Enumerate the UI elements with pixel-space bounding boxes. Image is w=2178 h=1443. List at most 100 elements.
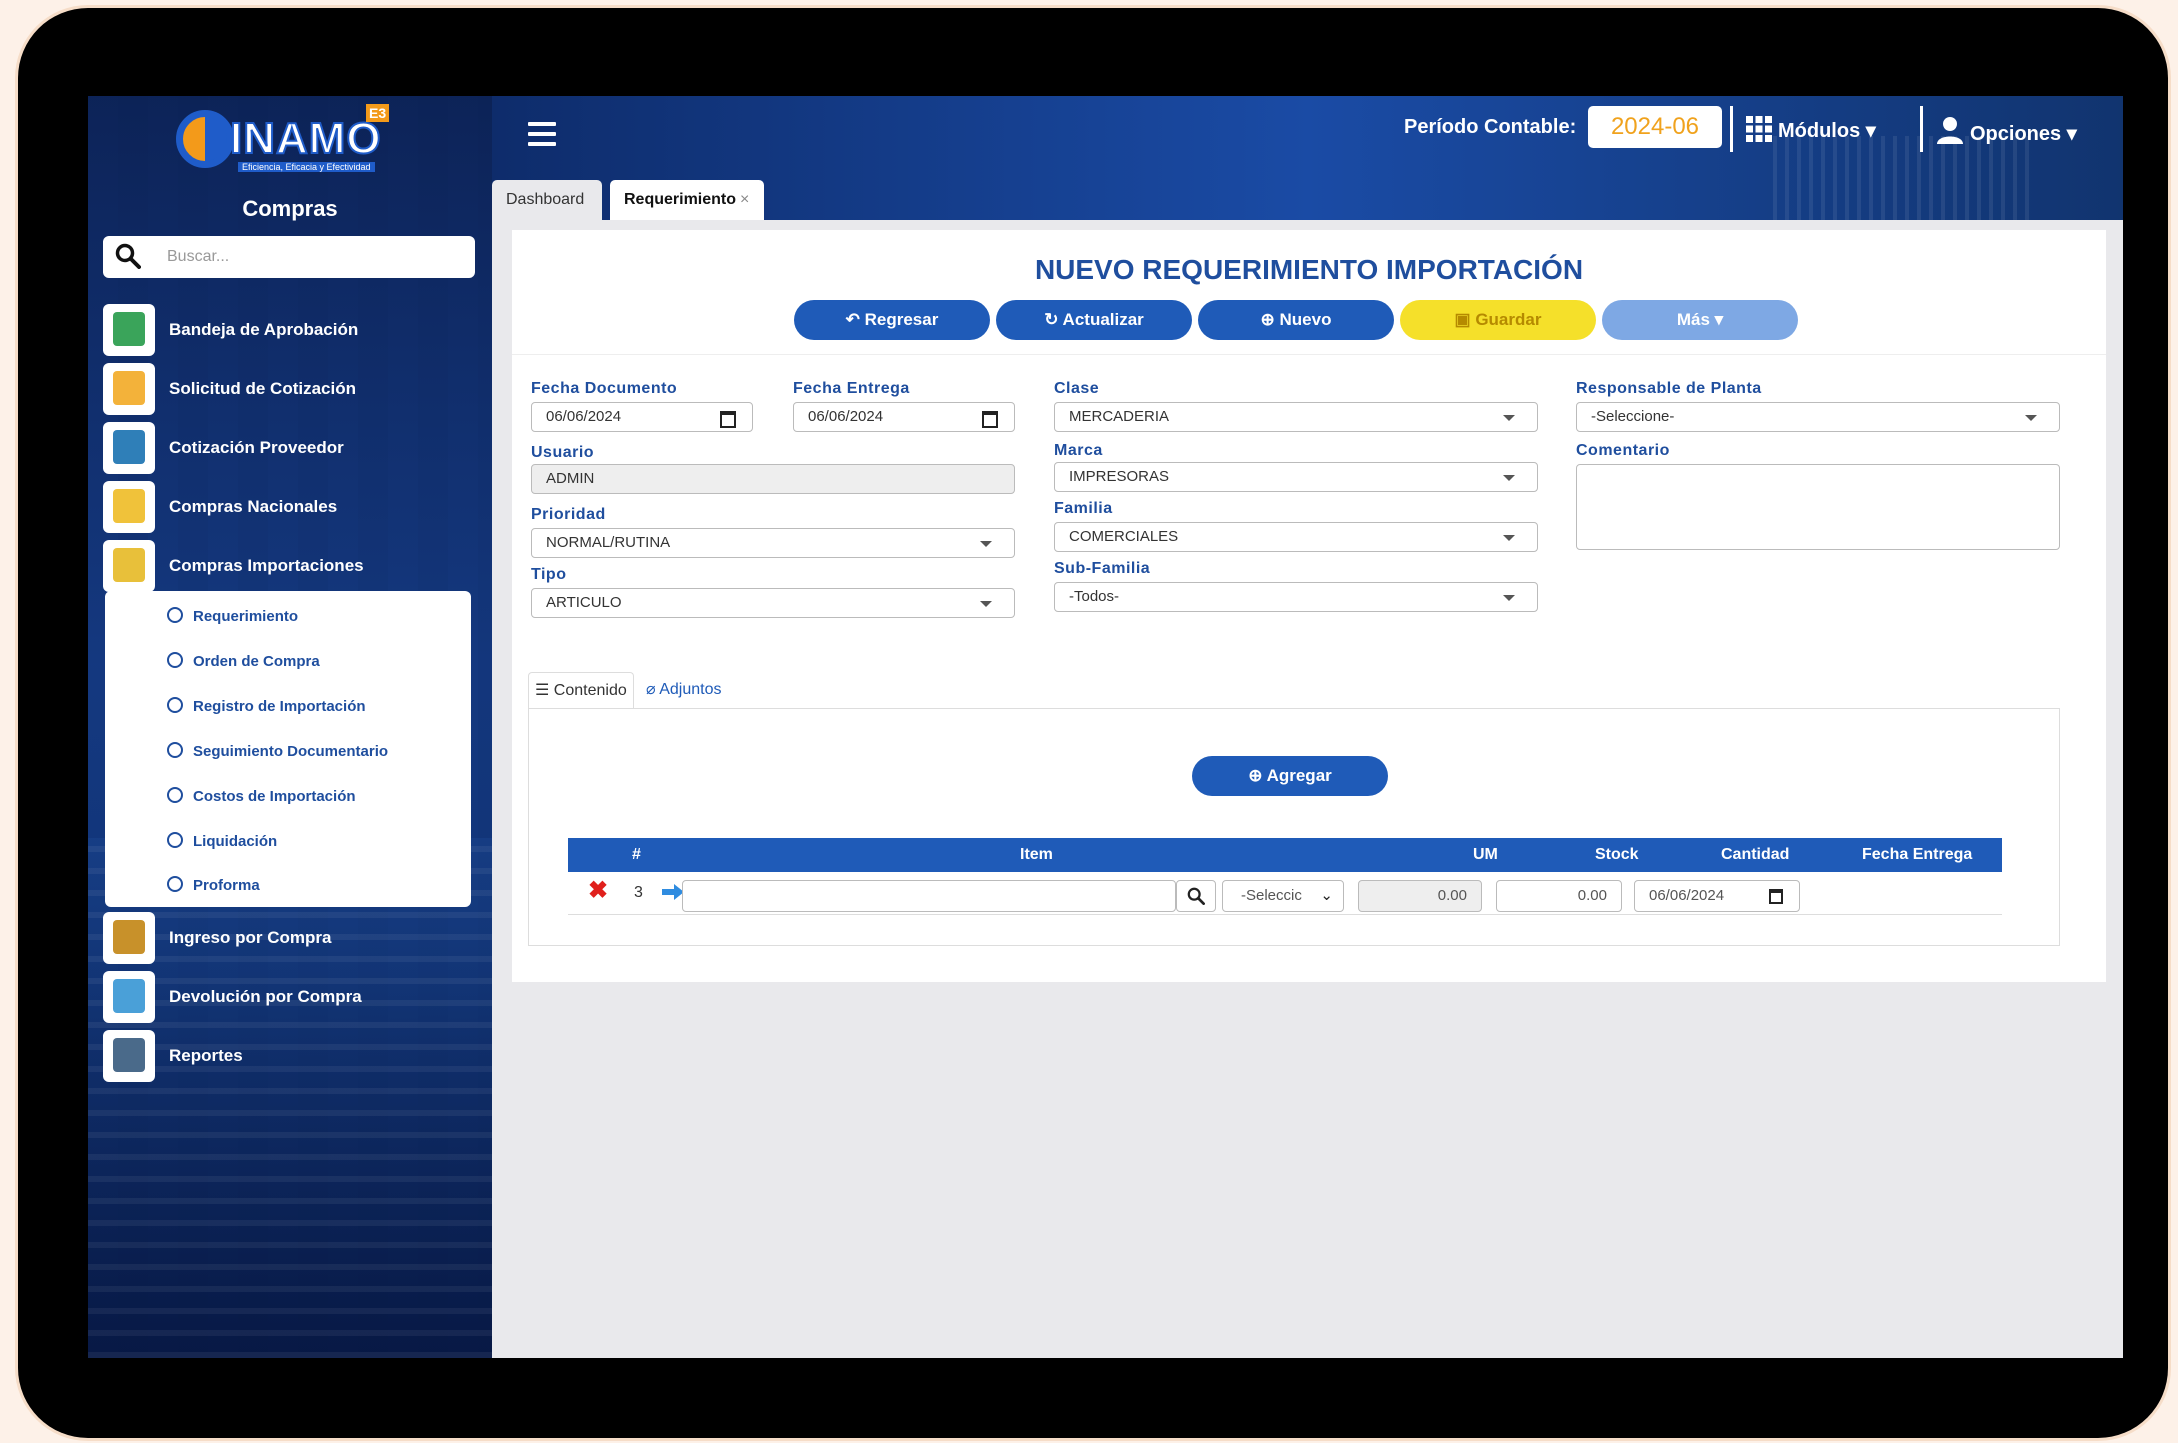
fecha-entrega-field[interactable]: 06/06/2024	[793, 402, 1015, 432]
familia-label: Familia	[1054, 500, 1113, 517]
circle-icon	[167, 607, 183, 623]
fecha-documento-label: Fecha Documento	[531, 380, 678, 397]
sidebar-item-label: Ingreso por Compra	[169, 928, 332, 947]
list-icon: ☰	[535, 682, 554, 699]
submenu-item-requerimiento[interactable]: Requerimiento	[167, 607, 298, 625]
sidebar-item-label: Devolución por Compra	[169, 987, 362, 1006]
grid-icon	[1746, 116, 1772, 142]
submenu-item-seguimiento-documentario[interactable]: Seguimiento Documentario	[167, 742, 388, 760]
col-header-fecha-entrega: Fecha Entrega	[1862, 846, 1973, 863]
sidebar-item-bandeja-aprobacion[interactable]: Bandeja de Aprobación	[103, 304, 483, 356]
sidebar-item-label: Cotización Proveedor	[169, 438, 344, 457]
arrow-right-icon[interactable]	[662, 884, 684, 900]
marca-label: Marca	[1054, 442, 1103, 459]
sidebar-item-label: Reportes	[169, 1046, 243, 1065]
submenu-item-proforma[interactable]: Proforma	[167, 876, 260, 894]
circle-icon	[167, 832, 183, 848]
submenu-item-liquidacion[interactable]: Liquidación	[167, 832, 277, 850]
prioridad-select[interactable]: NORMAL/RUTINA	[531, 528, 1015, 558]
sub-familia-label: Sub-Familia	[1054, 560, 1151, 577]
prioridad-label: Prioridad	[531, 506, 606, 523]
tab-adjuntos[interactable]: ⌀ Adjuntos	[640, 672, 727, 708]
opciones-dropdown[interactable]: Opciones ▾	[1936, 116, 2077, 146]
col-header-stock: Stock	[1595, 846, 1639, 863]
sidebar-item-label: Compras Nacionales	[169, 497, 338, 516]
search-input[interactable]: Buscar...	[167, 248, 229, 266]
refresh-icon: ↻	[1044, 310, 1063, 329]
mas-button[interactable]: Más ▾	[1602, 300, 1798, 340]
responsable-planta-select[interactable]: -Seleccione-	[1576, 402, 2060, 432]
row-number: 3	[634, 884, 643, 901]
agregar-button[interactable]: ⊕ Agregar	[1192, 756, 1388, 796]
app-screen: INAMO E3 Eficiencia, Eficacia y Efectivi…	[88, 96, 2123, 1358]
usuario-field: ADMIN	[531, 464, 1015, 494]
module-title: Compras	[242, 196, 338, 221]
fecha-entrega-label: Fecha Entrega	[793, 380, 910, 397]
modulos-dropdown[interactable]: Módulos ▾	[1746, 116, 1876, 143]
sidebar-item-solicitud-cotizacion[interactable]: Solicitud de Cotización	[103, 363, 483, 415]
sub-familia-select[interactable]: -Todos-	[1054, 582, 1538, 612]
caret-down-icon	[2025, 415, 2037, 421]
divider	[1920, 106, 1923, 152]
submenu-item-costos-importacion[interactable]: Costos de Importación	[167, 787, 356, 805]
national-purchases-icon	[103, 481, 155, 533]
user-icon	[1937, 117, 1963, 144]
col-header-um: UM	[1473, 846, 1498, 863]
item-search-button[interactable]	[1176, 880, 1216, 912]
search-box[interactable]: Buscar...	[103, 236, 475, 278]
nuevo-button[interactable]: ⊕ Nuevo	[1198, 300, 1394, 340]
divider	[1730, 106, 1733, 152]
fecha-documento-field[interactable]: 06/06/2024	[531, 402, 753, 432]
close-icon[interactable]: ×	[740, 191, 749, 208]
tab-requerimiento[interactable]: Requerimiento ×	[610, 180, 764, 220]
search-icon	[115, 243, 141, 269]
familia-select[interactable]: COMERCIALES	[1054, 522, 1538, 552]
calendar-icon[interactable]	[1769, 889, 1783, 904]
um-select[interactable]: -Seleccic ⌄	[1222, 880, 1344, 912]
cantidad-input[interactable]: 0.00	[1496, 880, 1622, 912]
sidebar-item-cotizacion-proveedor[interactable]: Cotización Proveedor	[103, 422, 483, 474]
regresar-button[interactable]: ↶ Regresar	[794, 300, 990, 340]
delete-x-icon[interactable]: ✖	[588, 876, 608, 905]
sidebar-item-label: Compras Importaciones	[169, 556, 364, 575]
guardar-button[interactable]: ▣ Guardar	[1400, 300, 1596, 340]
fecha-entrega-row-field[interactable]: 06/06/2024	[1634, 880, 1800, 912]
hamburger-menu-icon[interactable]	[528, 122, 556, 146]
caret-down-icon	[1503, 475, 1515, 481]
logo-ring-icon	[176, 110, 234, 168]
comentario-textarea[interactable]	[1576, 464, 2060, 550]
caret-down-icon: ▾	[1709, 310, 1724, 329]
device-frame: INAMO E3 Eficiencia, Eficacia y Efectivi…	[18, 8, 2168, 1438]
marca-select[interactable]: IMPRESORAS	[1054, 462, 1538, 492]
clase-label: Clase	[1054, 380, 1100, 397]
purchase-return-icon	[103, 971, 155, 1023]
sidebar-item-compras-nacionales[interactable]: Compras Nacionales	[103, 481, 483, 533]
circle-icon	[167, 742, 183, 758]
clase-select[interactable]: MERCADERIA	[1054, 402, 1538, 432]
actualizar-button[interactable]: ↻ Actualizar	[996, 300, 1192, 340]
sidebar-item-ingreso-compra[interactable]: Ingreso por Compra	[103, 912, 483, 964]
periodo-contable-value[interactable]: 2024-06	[1588, 106, 1722, 148]
sidebar-item-reportes[interactable]: Reportes	[103, 1030, 483, 1082]
plus-circle-icon: ⊕	[1260, 310, 1280, 329]
item-input[interactable]	[682, 880, 1176, 912]
col-header-item: Item	[1020, 846, 1053, 863]
calendar-icon[interactable]	[982, 411, 998, 428]
submenu-item-registro-importacion[interactable]: Registro de Importación	[167, 697, 366, 715]
sidebar-item-compras-importaciones[interactable]: Compras Importaciones	[103, 540, 483, 592]
caret-down-icon	[1503, 535, 1515, 541]
chevron-down-icon: ⌄	[1320, 887, 1333, 904]
circle-icon	[167, 697, 183, 713]
logo-badge: E3	[366, 104, 390, 122]
calendar-icon[interactable]	[720, 411, 736, 428]
app-logo[interactable]: INAMO E3 Eficiencia, Eficacia y Efectivi…	[176, 104, 396, 174]
tipo-select[interactable]: ARTICULO	[531, 588, 1015, 618]
plus-circle-icon: ⊕	[1248, 766, 1267, 785]
tab-dashboard[interactable]: Dashboard	[492, 180, 602, 220]
sidebar-item-devolucion-compra[interactable]: Devolución por Compra	[103, 971, 483, 1023]
submenu-item-orden-compra[interactable]: Orden de Compra	[167, 652, 320, 670]
tab-contenido[interactable]: ☰ Contenido	[528, 672, 634, 709]
sidebar-item-label: Bandeja de Aprobación	[169, 320, 359, 339]
circle-icon	[167, 876, 183, 892]
page-title: NUEVO REQUERIMIENTO IMPORTACIÓN	[1034, 254, 1584, 285]
